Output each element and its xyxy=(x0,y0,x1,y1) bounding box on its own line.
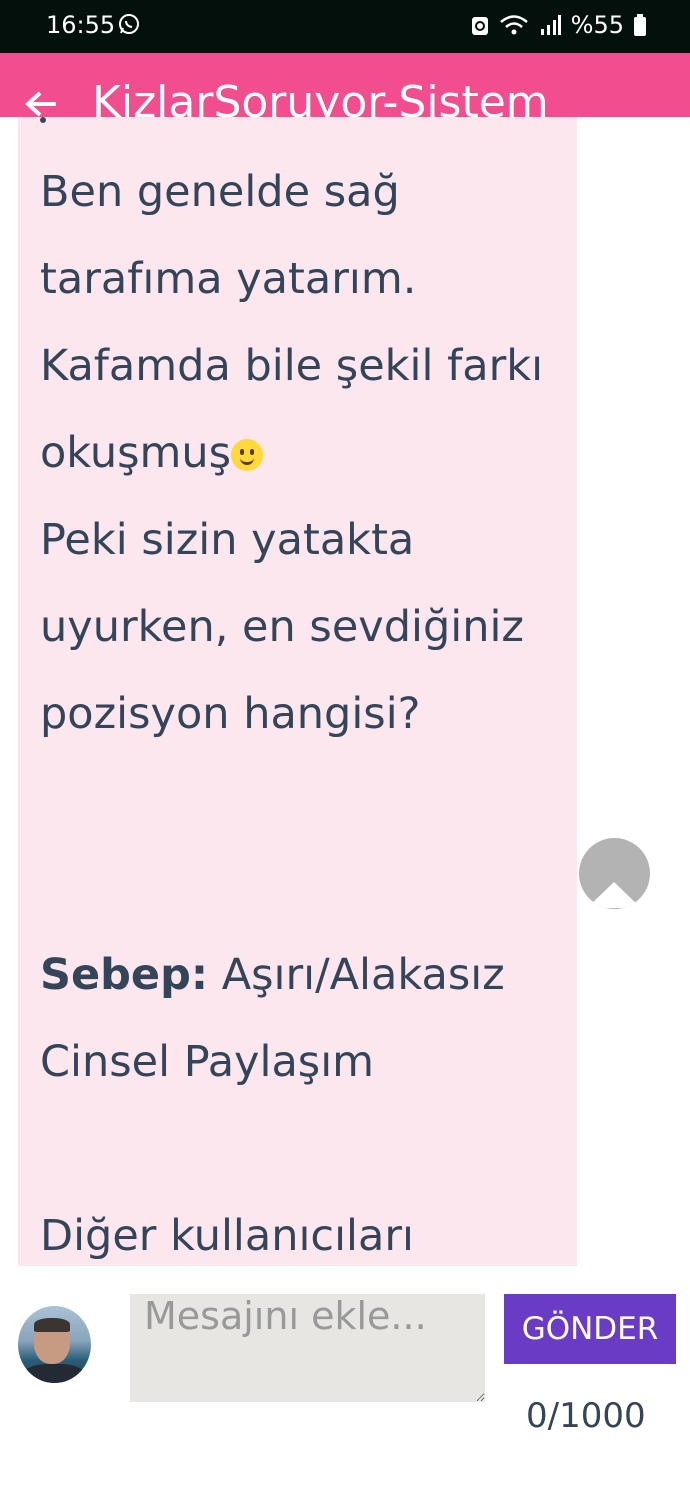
message-text-1: Ben genelde sağ tarafıma yatarım. Kafamd… xyxy=(40,167,544,478)
wifi-icon xyxy=(499,15,528,35)
scroll-top-button[interactable] xyxy=(579,838,650,909)
slightly-smiling-face-icon xyxy=(231,439,264,471)
app-title: KizlarSoruyor-Sistem xyxy=(92,77,549,117)
status-right: %55 xyxy=(471,11,646,39)
arrow-left-icon[interactable] xyxy=(24,89,58,117)
avatar-hair xyxy=(34,1318,70,1332)
reason-paragraph: Sebep: Aşırı/Alakasız Cinsel Paylaşım xyxy=(40,932,560,1106)
message-paragraph-3: Diğer kullanıcıları xyxy=(40,1211,414,1261)
message-bubble: Ben genelde sağ tarafıma yatarım. Kafamd… xyxy=(18,117,577,1266)
recycle-icon xyxy=(471,17,488,35)
battery-level: %55 xyxy=(570,11,624,39)
avatar[interactable] xyxy=(18,1306,91,1383)
character-counter: 0/1000 xyxy=(526,1396,646,1436)
avatar-shirt xyxy=(22,1364,86,1383)
message-paragraph-2: Peki sizin yatakta uyurken, en sevdiğini… xyxy=(40,515,524,739)
battery-icon xyxy=(634,14,646,36)
send-button[interactable]: GÖNDER xyxy=(504,1294,676,1364)
bullet-dot xyxy=(40,117,46,123)
reason-label: Sebep: xyxy=(40,950,209,1000)
app-bar: KizlarSoruyor-Sistem xyxy=(0,53,690,117)
status-bar: 16:55 %55 xyxy=(0,0,690,53)
signal-icon xyxy=(540,15,561,35)
chevron-up-icon xyxy=(587,882,641,908)
whatsapp-icon xyxy=(119,14,139,34)
status-time: 16:55 xyxy=(46,11,116,39)
message-input[interactable] xyxy=(130,1294,485,1402)
message-paragraph-1: Ben genelde sağ tarafıma yatarım. Kafamd… xyxy=(40,149,560,497)
